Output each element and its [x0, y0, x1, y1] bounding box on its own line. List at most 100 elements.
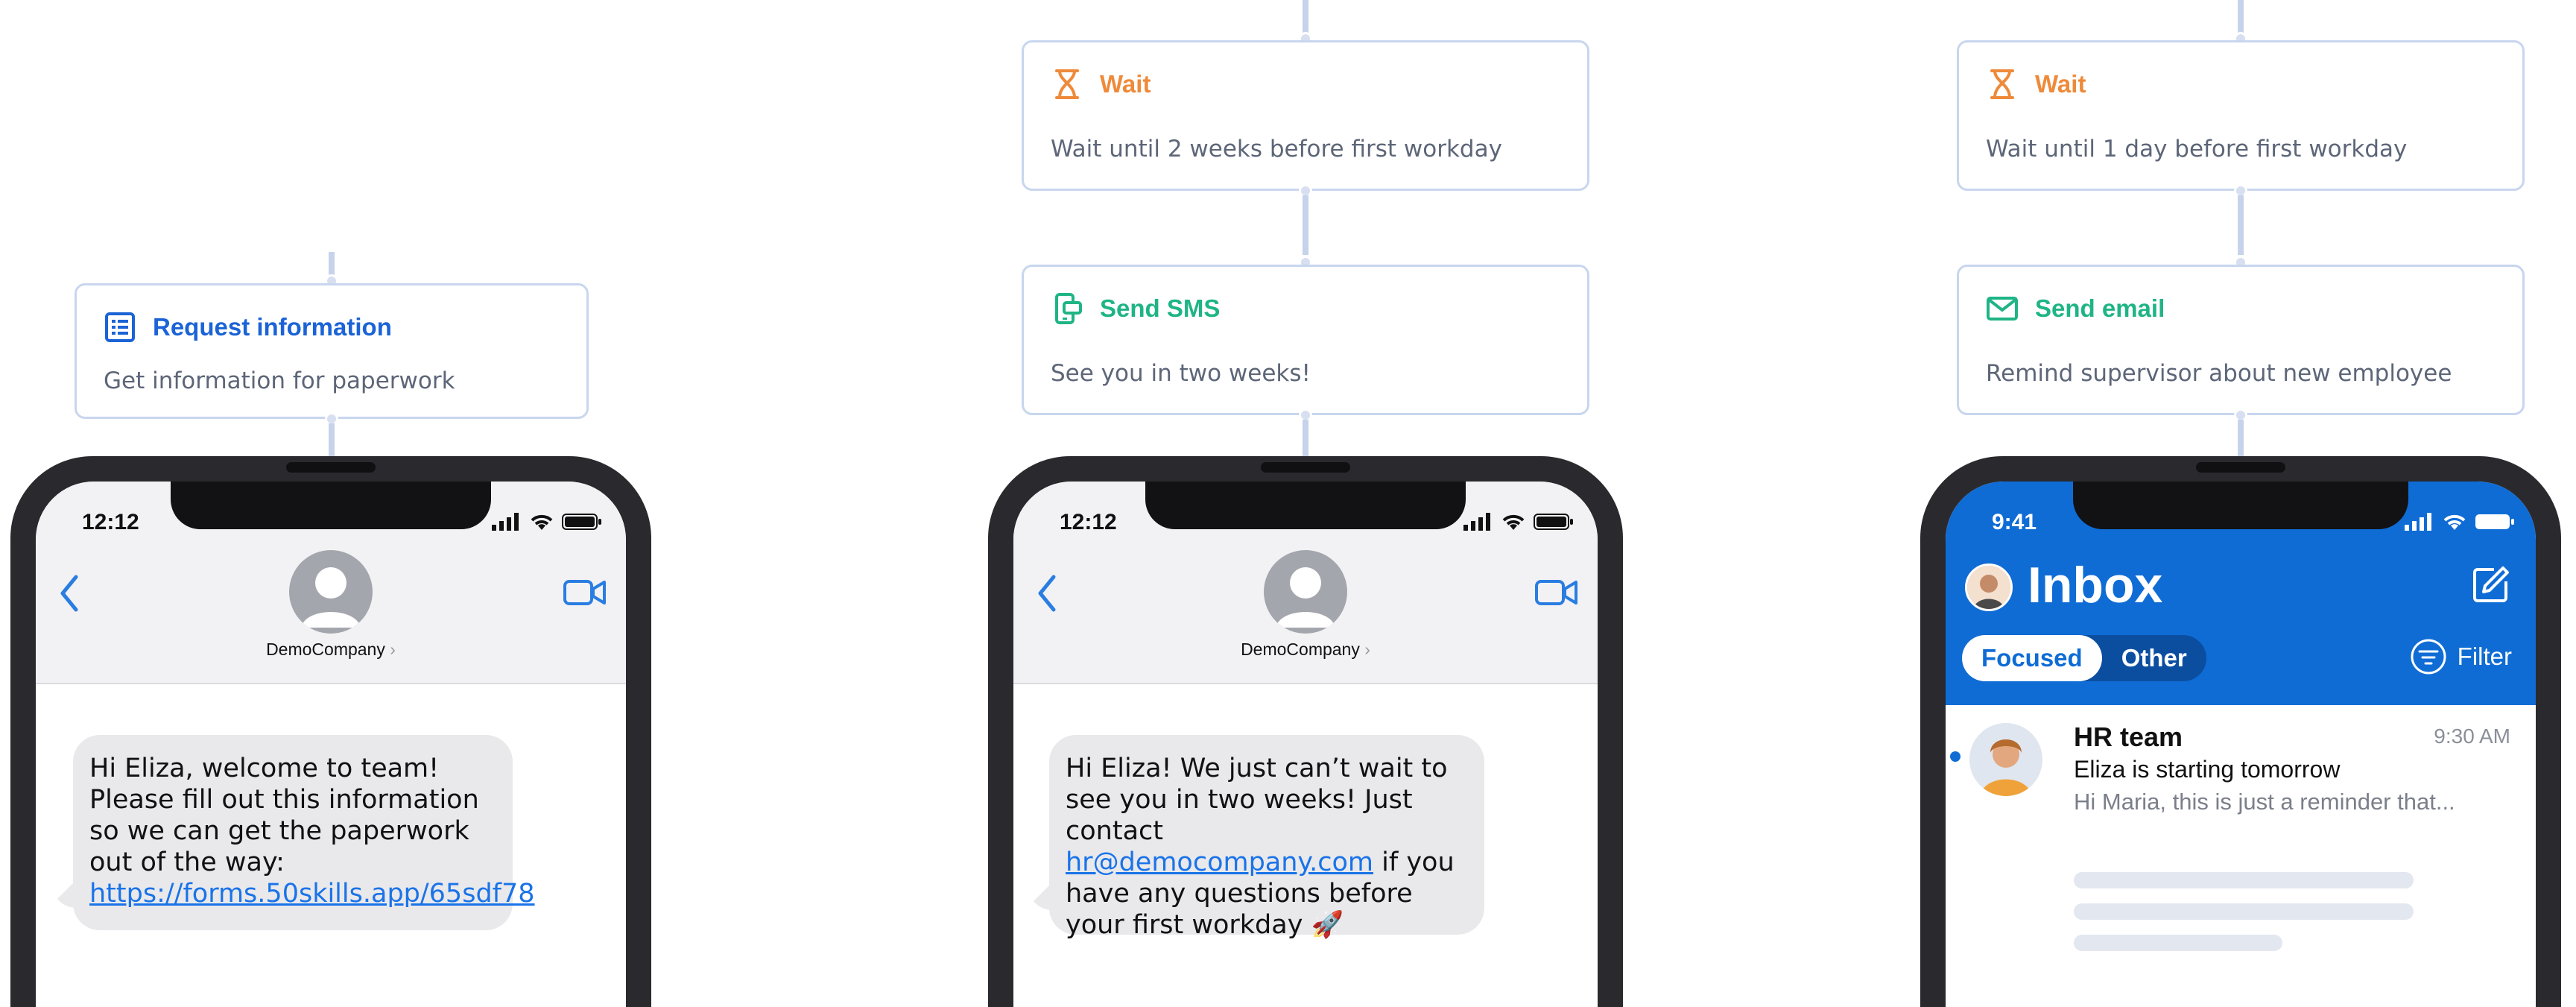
contact-name-text: DemoCompany: [266, 640, 385, 659]
email-link[interactable]: hr@democompany.com: [1066, 847, 1373, 877]
notch: [171, 482, 491, 529]
email-preview: Hi Maria, this is just a reminder that..…: [2074, 789, 2455, 815]
incoming-message-bubble: Hi Eliza, welcome to team! Please fill o…: [73, 735, 535, 930]
email-subject: Eliza is starting tomorrow: [2074, 756, 2341, 783]
chevron-right-icon: ›: [390, 640, 396, 659]
wifi-icon: [1502, 514, 1525, 530]
sender-avatar: [1969, 723, 2042, 796]
chevron-right-icon: ›: [1364, 640, 1370, 659]
card-header: Request information: [104, 311, 392, 344]
wait-card[interactable]: Wait Wait until 2 weeks before first wor…: [1022, 40, 1589, 191]
battery-icon: [562, 514, 601, 530]
status-time: 12:12: [82, 510, 139, 534]
wifi-icon: [2443, 514, 2466, 530]
send-sms-card[interactable]: Send SMS See you in two weeks!: [1022, 265, 1589, 415]
card-header: Send SMS: [1051, 292, 1220, 325]
hourglass-icon: [1055, 69, 1079, 99]
filter-button[interactable]: Filter: [2410, 638, 2512, 675]
system-status-icons: [492, 511, 602, 531]
connector-line: [2238, 0, 2244, 36]
contact-name[interactable]: DemoCompany ›: [1013, 640, 1598, 660]
request-information-card[interactable]: Request information Get information for …: [75, 283, 589, 419]
video-call-icon[interactable]: [563, 578, 607, 607]
battery-icon: [1534, 514, 1573, 530]
envelope-icon: [1987, 297, 2018, 321]
connector-line: [329, 423, 335, 458]
speaker: [1261, 462, 1350, 473]
connector-line: [1303, 195, 1308, 255]
person-photo-icon: [1969, 723, 2042, 796]
card-description: Remind supervisor about new employee: [1986, 360, 2452, 387]
card-header: Wait: [1051, 68, 1151, 101]
system-status-icons: [1463, 511, 1574, 531]
notch: [1145, 482, 1466, 529]
filter-icon: [2411, 639, 2446, 675]
phone-screen: 9:41 Inbox Focused Other Filter HR team …: [1946, 482, 2536, 1007]
message-text: Hi Eliza, welcome to team! Please fill o…: [89, 754, 479, 877]
inbox-title: Inbox: [2028, 557, 2163, 613]
signal-icon: [1463, 513, 1490, 531]
inbox-tabs: Focused Other: [1962, 635, 2206, 681]
incoming-message-bubble: Hi Eliza! We just can’t wait to see you …: [1049, 735, 1484, 940]
card-description: See you in two weeks!: [1051, 360, 1311, 387]
message-link[interactable]: https://forms.50skills.app/65sdf78: [89, 879, 535, 909]
notch: [2073, 482, 2408, 529]
video-call-icon[interactable]: [1535, 578, 1578, 607]
signal-icon: [2405, 513, 2431, 531]
signal-icon: [492, 513, 519, 531]
tab-focused[interactable]: Focused: [1962, 635, 2102, 681]
wait-card[interactable]: Wait Wait until 1 day before first workd…: [1957, 40, 2525, 191]
card-description: Wait until 2 weeks before first workday: [1051, 136, 1502, 162]
unread-dot: [1950, 751, 1961, 762]
placeholder-line: [2074, 935, 2282, 951]
message-text: Hi Eliza! We just can’t wait to see you …: [1066, 754, 1448, 846]
card-title: Wait: [1100, 70, 1151, 98]
connector-line: [1303, 0, 1308, 36]
contact-avatar[interactable]: [289, 550, 373, 634]
system-status-icons: [2405, 511, 2515, 531]
phone-sms-2: 12:12 DemoCompany › Hi Eliza! We just ca…: [988, 456, 1623, 1007]
placeholder-line: [2074, 872, 2414, 888]
hourglass-icon: [1990, 69, 2014, 99]
battery-icon: [2475, 514, 2514, 529]
speaker: [2196, 462, 2285, 473]
card-header: Send email: [1986, 292, 2165, 325]
phone-outlook: 9:41 Inbox Focused Other Filter HR team …: [1920, 456, 2561, 1007]
status-time: 12:12: [1060, 510, 1117, 534]
phone-sms-icon: [1055, 293, 1082, 324]
card-description: Wait until 1 day before first workday: [1986, 136, 2408, 162]
connector-line: [2238, 420, 2244, 457]
phone-screen: 12:12 DemoCompany › Hi Eliza, welcome to…: [36, 482, 626, 1007]
account-avatar[interactable]: [1965, 564, 2013, 611]
card-title: Send SMS: [1100, 294, 1221, 322]
contact-name[interactable]: DemoCompany ›: [36, 640, 626, 660]
person-icon: [1276, 567, 1335, 628]
connector-line: [1303, 420, 1308, 457]
card-header: Wait: [1986, 68, 2086, 101]
contact-name-text: DemoCompany: [1241, 640, 1360, 659]
placeholder-line: [2074, 903, 2414, 920]
card-title: Wait: [2035, 70, 2086, 98]
person-photo-icon: [1967, 566, 2010, 609]
connector-line: [2238, 195, 2244, 255]
back-chevron-icon[interactable]: [58, 574, 80, 613]
card-description: Get information for paperwork: [104, 367, 455, 394]
status-time: 9:41: [1992, 510, 2037, 534]
phone-sms-1: 12:12 DemoCompany › Hi Eliza, welcome to…: [10, 456, 651, 1007]
person-icon: [301, 567, 361, 628]
form-list-icon: [105, 312, 135, 342]
back-chevron-icon[interactable]: [1036, 574, 1058, 613]
card-title: Request information: [153, 313, 392, 341]
filter-label: Filter: [2457, 643, 2512, 670]
phone-screen: 12:12 DemoCompany › Hi Eliza! We just ca…: [1013, 482, 1598, 1007]
contact-avatar[interactable]: [1264, 550, 1347, 634]
compose-icon[interactable]: [2472, 565, 2510, 604]
wifi-icon: [531, 514, 553, 530]
speaker: [286, 462, 376, 473]
card-title: Send email: [2035, 294, 2165, 322]
sender-name: HR team: [2074, 722, 2183, 752]
tab-other[interactable]: Other: [2102, 635, 2206, 681]
email-list-item[interactable]: HR team 9:30 AM Eliza is starting tomorr…: [1946, 705, 2536, 824]
send-email-card[interactable]: Send email Remind supervisor about new e…: [1957, 265, 2525, 415]
email-time: 9:30 AM: [2434, 725, 2510, 748]
